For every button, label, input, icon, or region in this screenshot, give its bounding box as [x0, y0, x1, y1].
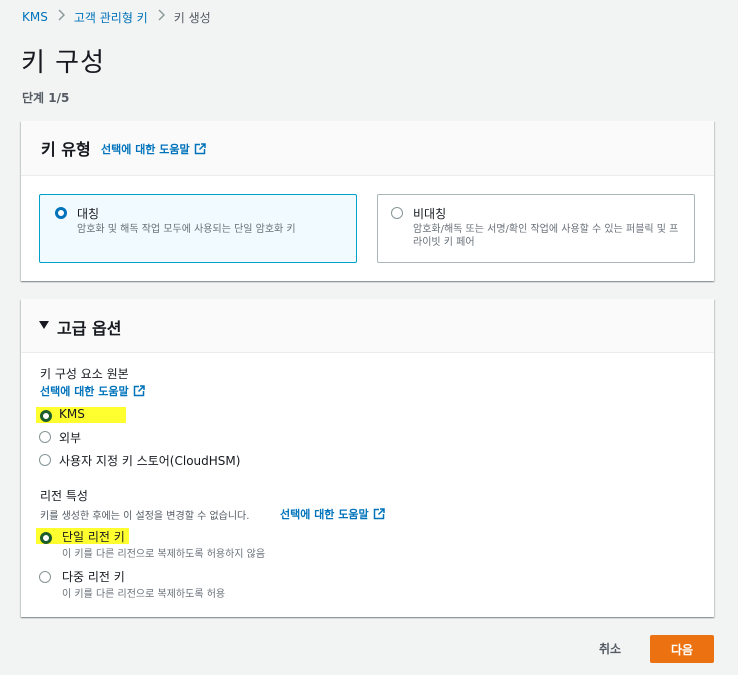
origin-kms-radio[interactable] [40, 410, 52, 422]
single-region-description: 이 키를 다른 리전으로 복제하도록 허용하지 않음 [62, 549, 266, 560]
single-region-radio[interactable] [40, 532, 52, 544]
regionality-description: 키를 생성한 후에는 이 설정을 변경할 수 없습니다. [40, 511, 250, 522]
breadcrumb-customer-keys-link[interactable]: 고객 관리형 키 [74, 9, 148, 26]
origin-external-label[interactable]: 외부 [59, 429, 81, 446]
step-indicator: 단계 1/5 [22, 91, 70, 105]
symmetric-radio[interactable] [55, 207, 67, 219]
advanced-options-title: 고급 옵션 [57, 319, 122, 338]
symmetric-label: 대칭 [77, 207, 100, 221]
cancel-button[interactable]: 취소 [586, 638, 634, 658]
asymmetric-description: 암호화/해독 또는 서명/확인 작업에 사용할 수 있는 퍼블릭 및 프라이빗 … [413, 224, 679, 248]
page-title: 키 구성 [21, 48, 106, 78]
regionality-label: 리전 특성 [40, 489, 88, 503]
external-link-icon [373, 508, 385, 520]
symmetric-option-card[interactable]: 대칭 암호화 및 해독 작업 모두에 사용되는 단일 암호화 키 [39, 194, 357, 263]
origin-external-radio[interactable] [39, 431, 51, 443]
multi-region-description: 이 키를 다른 리전으로 복제하도록 허용 [62, 589, 226, 600]
asymmetric-label: 비대칭 [413, 207, 447, 221]
multi-region-radio[interactable] [39, 571, 51, 583]
multi-region-label[interactable]: 다중 리전 키 [62, 568, 125, 585]
breadcrumb-kms-link[interactable]: KMS [22, 10, 48, 24]
asymmetric-radio[interactable] [391, 207, 403, 219]
external-link-icon [133, 385, 145, 397]
caret-down-icon [39, 321, 49, 329]
origin-cloudhsm-radio[interactable] [39, 454, 51, 466]
key-type-panel: 키 유형 선택에 대한 도움말 대칭 암호화 및 해독 작업 모두에 사용되는 … [21, 121, 714, 281]
external-link-icon [194, 143, 206, 155]
key-type-title: 키 유형 [41, 140, 91, 159]
symmetric-description: 암호화 및 해독 작업 모두에 사용되는 단일 암호화 키 [77, 224, 296, 235]
breadcrumb-current: 키 생성 [173, 10, 211, 25]
breadcrumb: KMS 고객 관리형 키 키 생성 [22, 8, 211, 26]
origin-kms-label[interactable]: KMS [59, 407, 85, 421]
key-type-panel-header: 키 유형 선택에 대한 도움말 [21, 121, 714, 176]
regionality-info-link-text: 선택에 대한 도움말 [280, 508, 369, 521]
key-type-info-link[interactable]: 선택에 대한 도움말 [101, 141, 206, 157]
next-button[interactable]: 다음 [650, 635, 714, 663]
advanced-options-panel: 고급 옵션 키 구성 요소 원본 선택에 대한 도움말 KMS 외부 사용자 지… [21, 299, 714, 617]
chevron-right-icon [148, 9, 174, 25]
origin-info-link-text: 선택에 대한 도움말 [40, 385, 129, 398]
advanced-options-header[interactable]: 고급 옵션 [21, 299, 714, 353]
single-region-label[interactable]: 단일 리전 키 [62, 528, 125, 545]
asymmetric-option-card[interactable]: 비대칭 암호화/해독 또는 서명/확인 작업에 사용할 수 있는 퍼블릭 및 프… [377, 194, 695, 263]
origin-info-link[interactable]: 선택에 대한 도움말 [40, 383, 145, 399]
origin-label: 키 구성 요소 원본 [40, 367, 129, 381]
regionality-info-link[interactable]: 선택에 대한 도움말 [280, 506, 385, 522]
origin-cloudhsm-label[interactable]: 사용자 지정 키 스토어(CloudHSM) [59, 452, 240, 469]
chevron-right-icon [48, 9, 74, 25]
key-type-info-link-text: 선택에 대한 도움말 [101, 143, 190, 156]
